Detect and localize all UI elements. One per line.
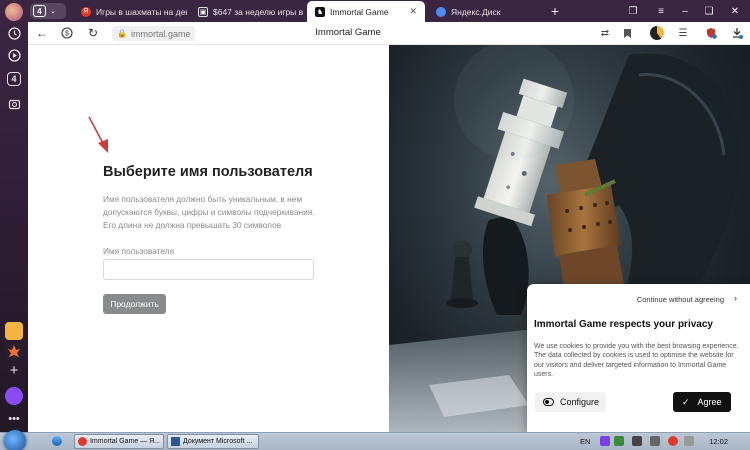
more-icon[interactable]: ••• <box>5 410 23 428</box>
agree-button[interactable]: ✓ Agree <box>673 392 731 412</box>
add-icon[interactable]: + <box>5 361 23 379</box>
taskbar-item-label: Immortal Game — Я... <box>89 438 160 445</box>
taskbar-item-label: Документ Microsoft ... <box>183 438 253 445</box>
tab-title: $647 за неделю игры в ш <box>213 6 304 17</box>
tab-647-week[interactable]: ▣ $647 за неделю игры в ш <box>190 1 304 22</box>
tab-title: Immortal Game <box>330 6 389 17</box>
app-icon-yellow[interactable] <box>5 322 23 340</box>
form-heading: Выберите имя пользователя <box>103 164 313 180</box>
cookie-consent-dialog: Continue without agreeing › Immortal Gam… <box>527 284 750 432</box>
configure-label: Configure <box>560 397 600 407</box>
yandex-disk-favicon-icon <box>436 6 446 17</box>
continue-without-agreeing-link[interactable]: Continue without agreeing <box>637 295 724 304</box>
tab-strip: 4 ⌄ Я Игры в шахматы на деньги ▣ $647 за… <box>28 0 750 22</box>
page-favicon-icon: ▣ <box>198 6 208 17</box>
bookmark-icon[interactable] <box>620 26 634 40</box>
configure-button[interactable]: Configure <box>535 392 606 412</box>
yandex-favicon-icon: Я <box>81 6 91 17</box>
window-close-icon[interactable]: ✕ <box>726 2 744 20</box>
play-icon[interactable] <box>5 46 23 64</box>
tray-network-icon[interactable] <box>614 436 624 446</box>
new-tab-icon[interactable]: + <box>546 2 564 20</box>
chevron-right-icon[interactable]: › <box>734 293 737 303</box>
username-input[interactable] <box>103 259 314 280</box>
cookie-title: Immortal Game respects your privacy <box>534 319 713 330</box>
agree-label: Agree <box>697 397 722 407</box>
form-description: Имя пользователя должно быть уникальным,… <box>103 194 315 230</box>
alice-assistant-icon[interactable] <box>5 387 23 405</box>
screen: 4 + ••• 4 ⌄ Я Игры в шахматы на деньги ▣… <box>0 0 750 450</box>
screenshot-icon[interactable] <box>5 95 23 113</box>
red-arrow-icon <box>88 116 108 153</box>
username-label: Имя пользователя <box>103 246 175 256</box>
reader-icon[interactable]: ☰ <box>676 26 690 40</box>
tray-app-icon[interactable] <box>600 436 610 446</box>
adblock-icon[interactable] <box>704 26 718 40</box>
tab-title: Яндекс.Диск <box>451 6 501 17</box>
tab-count: 4 <box>33 5 46 17</box>
minimize-icon[interactable]: – <box>676 2 694 20</box>
browser-sidebar: 4 + ••• <box>0 0 28 432</box>
immortal-favicon-icon: ♞ <box>315 6 325 17</box>
start-button-icon[interactable] <box>4 430 26 450</box>
check-icon: ✓ <box>682 396 690 407</box>
page-title: Immortal Game <box>315 27 381 38</box>
extension-icon[interactable] <box>650 26 664 40</box>
tray-yandex-icon[interactable] <box>668 436 678 446</box>
menu-icon[interactable]: ≡ <box>652 2 670 20</box>
ie-icon[interactable] <box>52 436 62 446</box>
continue-button[interactable]: Продолжить <box>103 294 166 314</box>
tab-chess-money[interactable]: Я Игры в шахматы на деньги <box>73 1 187 22</box>
collections-icon[interactable]: ❐ <box>624 2 642 20</box>
chevron-down-icon: ⌄ <box>50 8 56 15</box>
taskbar-item-document[interactable]: Документ Microsoft ... <box>167 434 259 449</box>
tab-counter-icon[interactable]: 4 <box>7 72 21 86</box>
tray-battery-icon[interactable] <box>632 436 642 446</box>
tray-volume-icon[interactable] <box>650 436 660 446</box>
tray-speaker-icon[interactable] <box>684 436 694 446</box>
clock: 12:02 <box>709 437 728 446</box>
yandex-browser-icon <box>78 437 87 446</box>
tab-title: Игры в шахматы на деньги <box>96 6 187 17</box>
app-icon-flame[interactable] <box>5 342 23 360</box>
language-indicator[interactable]: EN <box>580 437 590 446</box>
tab-immortal-game[interactable]: ♞ Immortal Game ✕ <box>307 1 425 22</box>
translate-icon[interactable]: ⇄ <box>598 26 612 40</box>
os-taskbar: Immortal Game — Я... Документ Microsoft … <box>0 430 750 450</box>
close-icon[interactable]: ✕ <box>409 6 417 17</box>
toggle-icon <box>543 398 554 406</box>
taskbar-item-browser[interactable]: Immortal Game — Я... <box>74 434 164 449</box>
restore-icon[interactable]: ❏ <box>700 2 718 20</box>
cookie-body: We use cookies to provide you with the b… <box>534 343 739 378</box>
address-bar: ← $ ↻ 🔒 immortal.game Immortal Game ⇄ ☰ <box>28 22 750 45</box>
history-icon[interactable] <box>5 24 23 42</box>
tab-yandex-disk[interactable]: Яндекс.Диск <box>428 1 542 22</box>
signup-panel: Выберите имя пользователя Имя пользовате… <box>28 45 388 432</box>
download-icon[interactable] <box>730 26 744 40</box>
word-document-icon <box>171 437 180 446</box>
profile-avatar[interactable] <box>5 3 23 21</box>
tab-count-button[interactable]: 4 ⌄ <box>30 3 66 19</box>
